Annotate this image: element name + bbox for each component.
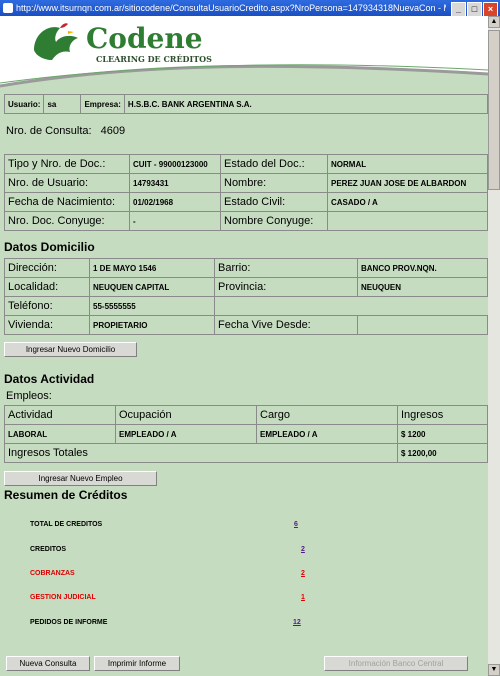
empresa-value: H.S.B.C. BANK ARGENTINA S.A. (123, 94, 488, 114)
estado-doc-label: Estado del Doc.: (220, 154, 328, 174)
close-button[interactable]: × (483, 2, 498, 16)
provincia-value: NEUQUEN (357, 277, 488, 297)
tipo-doc-label: Tipo y Nro. de Doc.: (4, 154, 130, 174)
resumen-value-cobranzas[interactable]: 2 (301, 570, 305, 577)
resumen-value-gestion-judicial[interactable]: 1 (301, 594, 305, 601)
ingresos-totales-label: Ingresos Totales (4, 443, 398, 463)
brand-name: Codene (86, 22, 203, 55)
domicilio-title: Datos Domicilio (4, 240, 95, 254)
empleos-table: Actividad Ocupación Cargo Ingresos LABOR… (4, 405, 488, 463)
resumen-label-cobranzas: COBRANZAS (30, 570, 75, 577)
consulta-row: Nro. de Consulta: 4609 (6, 125, 125, 137)
resumen-label-gestion-judicial: GESTION JUDICIAL (30, 594, 96, 601)
maximize-button[interactable]: □ (467, 2, 482, 16)
estado-civil-label: Estado Civil: (220, 192, 328, 212)
nro-usuario-value: 14793431 (129, 173, 221, 193)
resumen-value-creditos[interactable]: 2 (301, 546, 305, 553)
row-ocupacion: EMPLEADO / A (115, 424, 257, 444)
tipo-doc-value: CUIT - 99000123000 (129, 154, 221, 174)
localidad-value: NEUQUEN CAPITAL (89, 277, 215, 297)
consulta-label: Nro. de Consulta: (6, 125, 92, 137)
fecha-vive-value (357, 315, 488, 335)
provincia-label: Provincia: (214, 277, 358, 297)
fecha-nac-label: Fecha de Nacimiento: (4, 192, 130, 212)
domicilio-table: Dirección: 1 DE MAYO 1546 Barrio: BANCO … (4, 258, 488, 335)
persona-table: Tipo y Nro. de Doc.: CUIT - 99000123000 … (4, 154, 488, 231)
nombre-value: PEREZ JUAN JOSE DE ALBARDON (327, 173, 488, 193)
empresa-label: Empresa: (80, 94, 125, 114)
page-content: Codene CLEARING DE CRÉDITOS Usuario: sa … (0, 16, 488, 676)
doc-conyuge-value: - (129, 211, 221, 231)
consulta-value: 4609 (100, 125, 126, 137)
usuario-value: sa (43, 94, 82, 114)
actividad-title: Datos Actividad (4, 372, 95, 386)
resumen-value-pedidos[interactable]: 12 (293, 619, 301, 626)
header-ocupacion: Ocupación (115, 405, 257, 425)
row-actividad: LABORAL (4, 424, 116, 444)
resumen-label-pedidos: PEDIDOS DE INFORME (30, 619, 108, 626)
resumen-value-total[interactable]: 6 (294, 521, 298, 528)
nombre-label: Nombre: (220, 173, 328, 193)
empleos-label: Empleos: (6, 390, 52, 402)
fecha-nac-value: 01/02/1968 (129, 192, 221, 212)
usuario-label: Usuario: (3, 94, 45, 114)
row-cargo: EMPLEADO / A (256, 424, 398, 444)
telefono-value: 55-5555555 (89, 296, 215, 316)
resumen-label-total: TOTAL DE CREDITOS (30, 521, 103, 528)
ingresar-nuevo-empleo-button[interactable]: Ingresar Nuevo Empleo (4, 471, 157, 486)
nombre-conyuge-label: Nombre Conyuge: (220, 211, 328, 231)
barrio-value: BANCO PROV.NQN. (357, 258, 488, 278)
vertical-scrollbar[interactable]: ▲ ▼ (488, 16, 500, 676)
nro-usuario-label: Nro. de Usuario: (4, 173, 130, 193)
codene-banner: Codene CLEARING DE CRÉDITOS (0, 16, 488, 90)
scroll-up-arrow-icon[interactable]: ▲ (488, 16, 500, 28)
header-actividad: Actividad (4, 405, 116, 425)
nombre-conyuge-value (327, 211, 488, 231)
resumen-label-creditos: CREDITOS (30, 546, 67, 553)
vivienda-value: PROPIETARIO (89, 315, 215, 335)
informacion-banco-central-button[interactable]: Información Banco Central (324, 656, 468, 671)
scroll-thumb[interactable] (488, 30, 500, 190)
imprimir-informe-button[interactable]: Imprimir Informe (94, 656, 180, 671)
browser-title-bar: http://www.itsurnqn.com.ar/sitiocodene/C… (0, 0, 500, 16)
barrio-label: Barrio: (214, 258, 358, 278)
header-ingresos: Ingresos (397, 405, 488, 425)
telefono-label: Teléfono: (4, 296, 90, 316)
window-title: http://www.itsurnqn.com.ar/sitiocodene/C… (16, 3, 446, 13)
nueva-consulta-button[interactable]: Nueva Consulta (6, 656, 90, 671)
row-ingresos: $ 1200 (397, 424, 488, 444)
estado-civil-value: CASADO / A (327, 192, 488, 212)
vivienda-label: Vivienda: (4, 315, 90, 335)
doc-conyuge-label: Nro. Doc. Conyuge: (4, 211, 130, 231)
banner-swoosh (0, 64, 488, 90)
estado-doc-value: NORMAL (327, 154, 488, 174)
resumen-title: Resumen de Créditos (4, 488, 128, 502)
minimize-button[interactable]: _ (451, 2, 466, 16)
browser-icon (3, 3, 13, 13)
localidad-label: Localidad: (4, 277, 90, 297)
direccion-label: Dirección: (4, 258, 90, 278)
user-bar: Usuario: sa Empresa: H.S.B.C. BANK ARGEN… (3, 94, 488, 114)
direccion-value: 1 DE MAYO 1546 (89, 258, 215, 278)
fecha-vive-label: Fecha Vive Desde: (214, 315, 358, 335)
header-cargo: Cargo (256, 405, 398, 425)
ingresos-totales-value: $ 1200,00 (397, 443, 488, 463)
ingresar-nuevo-domicilio-button[interactable]: Ingresar Nuevo Domicilio (4, 342, 137, 357)
scroll-down-arrow-icon[interactable]: ▼ (488, 664, 500, 676)
